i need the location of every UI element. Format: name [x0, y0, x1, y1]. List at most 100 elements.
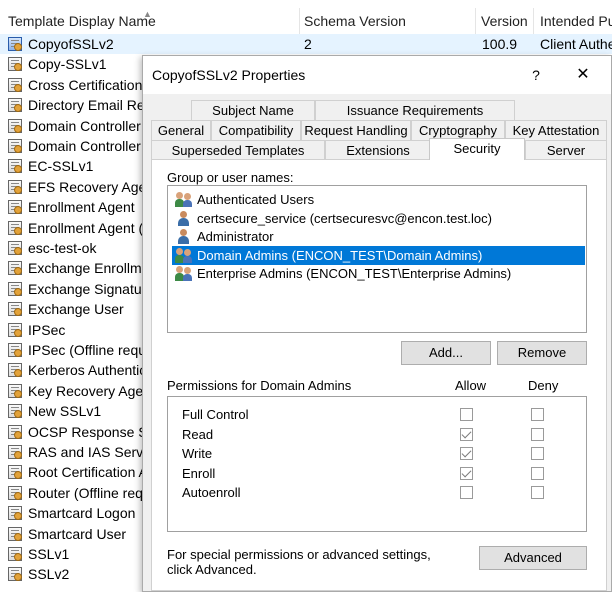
sort-ascending-icon: ▲: [143, 9, 152, 19]
certificate-template-icon: [8, 281, 22, 296]
template-name: Enrollment Agent: [28, 199, 135, 216]
permission-name: Read: [182, 426, 214, 442]
user-list-item[interactable]: certsecure_service (certsecuresvc@encon.…: [172, 209, 585, 228]
certificate-template-icon: [8, 445, 22, 459]
template-properties-dialog: CopyofSSLv2 Properties ? ✕ Subject Name …: [142, 55, 612, 592]
template-name: Kerberos Authentic: [28, 362, 147, 379]
tab-extensions[interactable]: Extensions: [325, 140, 431, 160]
certificate-template-icon: [8, 465, 22, 480]
template-name: SSLv1: [28, 546, 70, 562]
list-item[interactable]: CopyofSSLv2 2 100.9 Client Authe: [0, 34, 612, 55]
template-name: Exchange User: [28, 301, 124, 318]
column-divider[interactable]: [533, 8, 534, 34]
deny-column-label: Deny: [528, 378, 559, 393]
advanced-button[interactable]: Advanced: [479, 546, 587, 570]
certificate-template-icon: [8, 302, 22, 317]
template-name: EFS Recovery Agen: [28, 178, 155, 195]
remove-button[interactable]: Remove: [497, 341, 587, 365]
user-icon: [175, 229, 193, 244]
close-button[interactable]: ✕: [571, 64, 595, 86]
column-header-schema-version[interactable]: Schema Version: [300, 8, 476, 34]
deny-checkbox[interactable]: [531, 466, 544, 480]
list-header: Template Display Name ▲ Schema Version V…: [0, 8, 612, 34]
template-name: Copy-SSLv1: [28, 56, 107, 73]
certificate-template-icon: [8, 159, 22, 174]
permissions-for-label: Permissions for Domain Admins: [167, 378, 352, 393]
permission-name: Write: [182, 446, 213, 462]
deny-checkbox[interactable]: [531, 408, 544, 421]
user-name: Authenticated Users: [197, 192, 315, 207]
certificate-template-icon: [8, 200, 22, 215]
template-name: IPSec (Offline reque: [28, 342, 154, 358]
allow-checkbox[interactable]: [460, 408, 473, 421]
permission-row: Autoenroll: [168, 483, 586, 503]
dialog-title: CopyofSSLv2 Properties: [152, 67, 306, 83]
column-header-version[interactable]: Version: [477, 8, 533, 34]
certificate-template-icon: [8, 526, 22, 541]
tab-server[interactable]: Server: [525, 140, 607, 160]
certificate-template-icon: [8, 241, 22, 255]
template-name: Directory Email Rep: [28, 97, 153, 114]
user-list-item[interactable]: Administrator: [172, 227, 585, 246]
certificate-template-icon: [8, 220, 22, 235]
user-list-item[interactable]: Enterprise Admins (ENCON_TEST\Enterprise…: [172, 264, 585, 283]
tab-superseded-templates[interactable]: Superseded Templates: [151, 140, 325, 160]
tab-compatibility[interactable]: Compatibility: [211, 120, 301, 140]
permission-row: Enroll: [168, 464, 586, 484]
tab-issuance-requirements[interactable]: Issuance Requirements: [315, 100, 515, 120]
add-button[interactable]: Add...: [401, 341, 491, 365]
user-list-item[interactable]: Authenticated Users: [172, 190, 585, 209]
tab-key-attestation[interactable]: Key Attestation: [505, 120, 607, 140]
template-name: New SSLv1: [28, 403, 102, 420]
certificate-template-icon: [8, 77, 22, 92]
allow-checkbox[interactable]: [460, 447, 473, 461]
tab-request-handling[interactable]: Request Handling: [301, 120, 411, 140]
group-icon: [175, 247, 193, 263]
user-list-item[interactable]: Domain Admins (ENCON_TEST\Domain Admins): [172, 245, 585, 265]
template-name: Domain Controller: [28, 138, 141, 154]
column-header-intended-purposes[interactable]: Intended Pu: [536, 8, 612, 34]
user-name: Administrator: [197, 229, 274, 244]
deny-checkbox[interactable]: [531, 427, 544, 441]
help-button[interactable]: ?: [524, 64, 548, 86]
certificate-template-icon: [8, 485, 22, 500]
permission-row: Write: [168, 444, 586, 464]
certificate-template-icon: [8, 261, 22, 276]
schema-version: 2: [304, 36, 312, 52]
template-name: OCSP Response Sig: [28, 423, 159, 440]
template-name: Smartcard User: [28, 525, 127, 542]
certificate-template-icon: [8, 506, 22, 521]
group-or-user-names-label: Group or user names:: [167, 170, 294, 185]
certificate-template-icon: [8, 383, 22, 398]
certificate-template-icon: [8, 343, 22, 357]
tab-general[interactable]: General: [151, 120, 211, 140]
certificate-template-icon: [8, 547, 22, 561]
tab-subject-name[interactable]: Subject Name: [191, 100, 315, 120]
certificate-template-icon: [8, 424, 22, 439]
deny-checkbox[interactable]: [531, 447, 544, 461]
certificate-template-icon: [8, 363, 22, 378]
template-name: Key Recovery Agen: [28, 382, 151, 399]
allow-checkbox[interactable]: [460, 427, 473, 441]
template-name: RAS and IAS Server: [28, 444, 156, 460]
certificate-template-icon: [8, 37, 22, 51]
column-divider[interactable]: [475, 8, 476, 34]
user-name: Enterprise Admins (ENCON_TEST\Enterprise…: [197, 266, 512, 281]
column-header-template-display-name[interactable]: Template Display Name: [4, 8, 300, 34]
template-name: esc-test-ok: [28, 240, 97, 256]
template-name: Enrollment Agent (C: [28, 219, 154, 236]
template-name: IPSec: [28, 321, 66, 338]
permission-name: Autoenroll: [182, 485, 241, 501]
certificate-template-icon: [8, 139, 22, 153]
certificate-template-icon: [8, 322, 22, 337]
allow-checkbox[interactable]: [460, 466, 473, 480]
certificate-template-icon: [8, 404, 22, 419]
certificate-template-icon: [8, 567, 22, 582]
tab-cryptography[interactable]: Cryptography: [411, 120, 505, 140]
deny-checkbox[interactable]: [531, 486, 544, 500]
tab-security[interactable]: Security: [429, 138, 525, 160]
allow-checkbox[interactable]: [460, 486, 473, 500]
dialog-titlebar[interactable]: CopyofSSLv2 Properties ? ✕: [143, 56, 611, 94]
group-or-user-names-list[interactable]: Authenticated Users certsecure_service (c…: [167, 185, 587, 333]
certificate-template-icon: [8, 118, 22, 133]
